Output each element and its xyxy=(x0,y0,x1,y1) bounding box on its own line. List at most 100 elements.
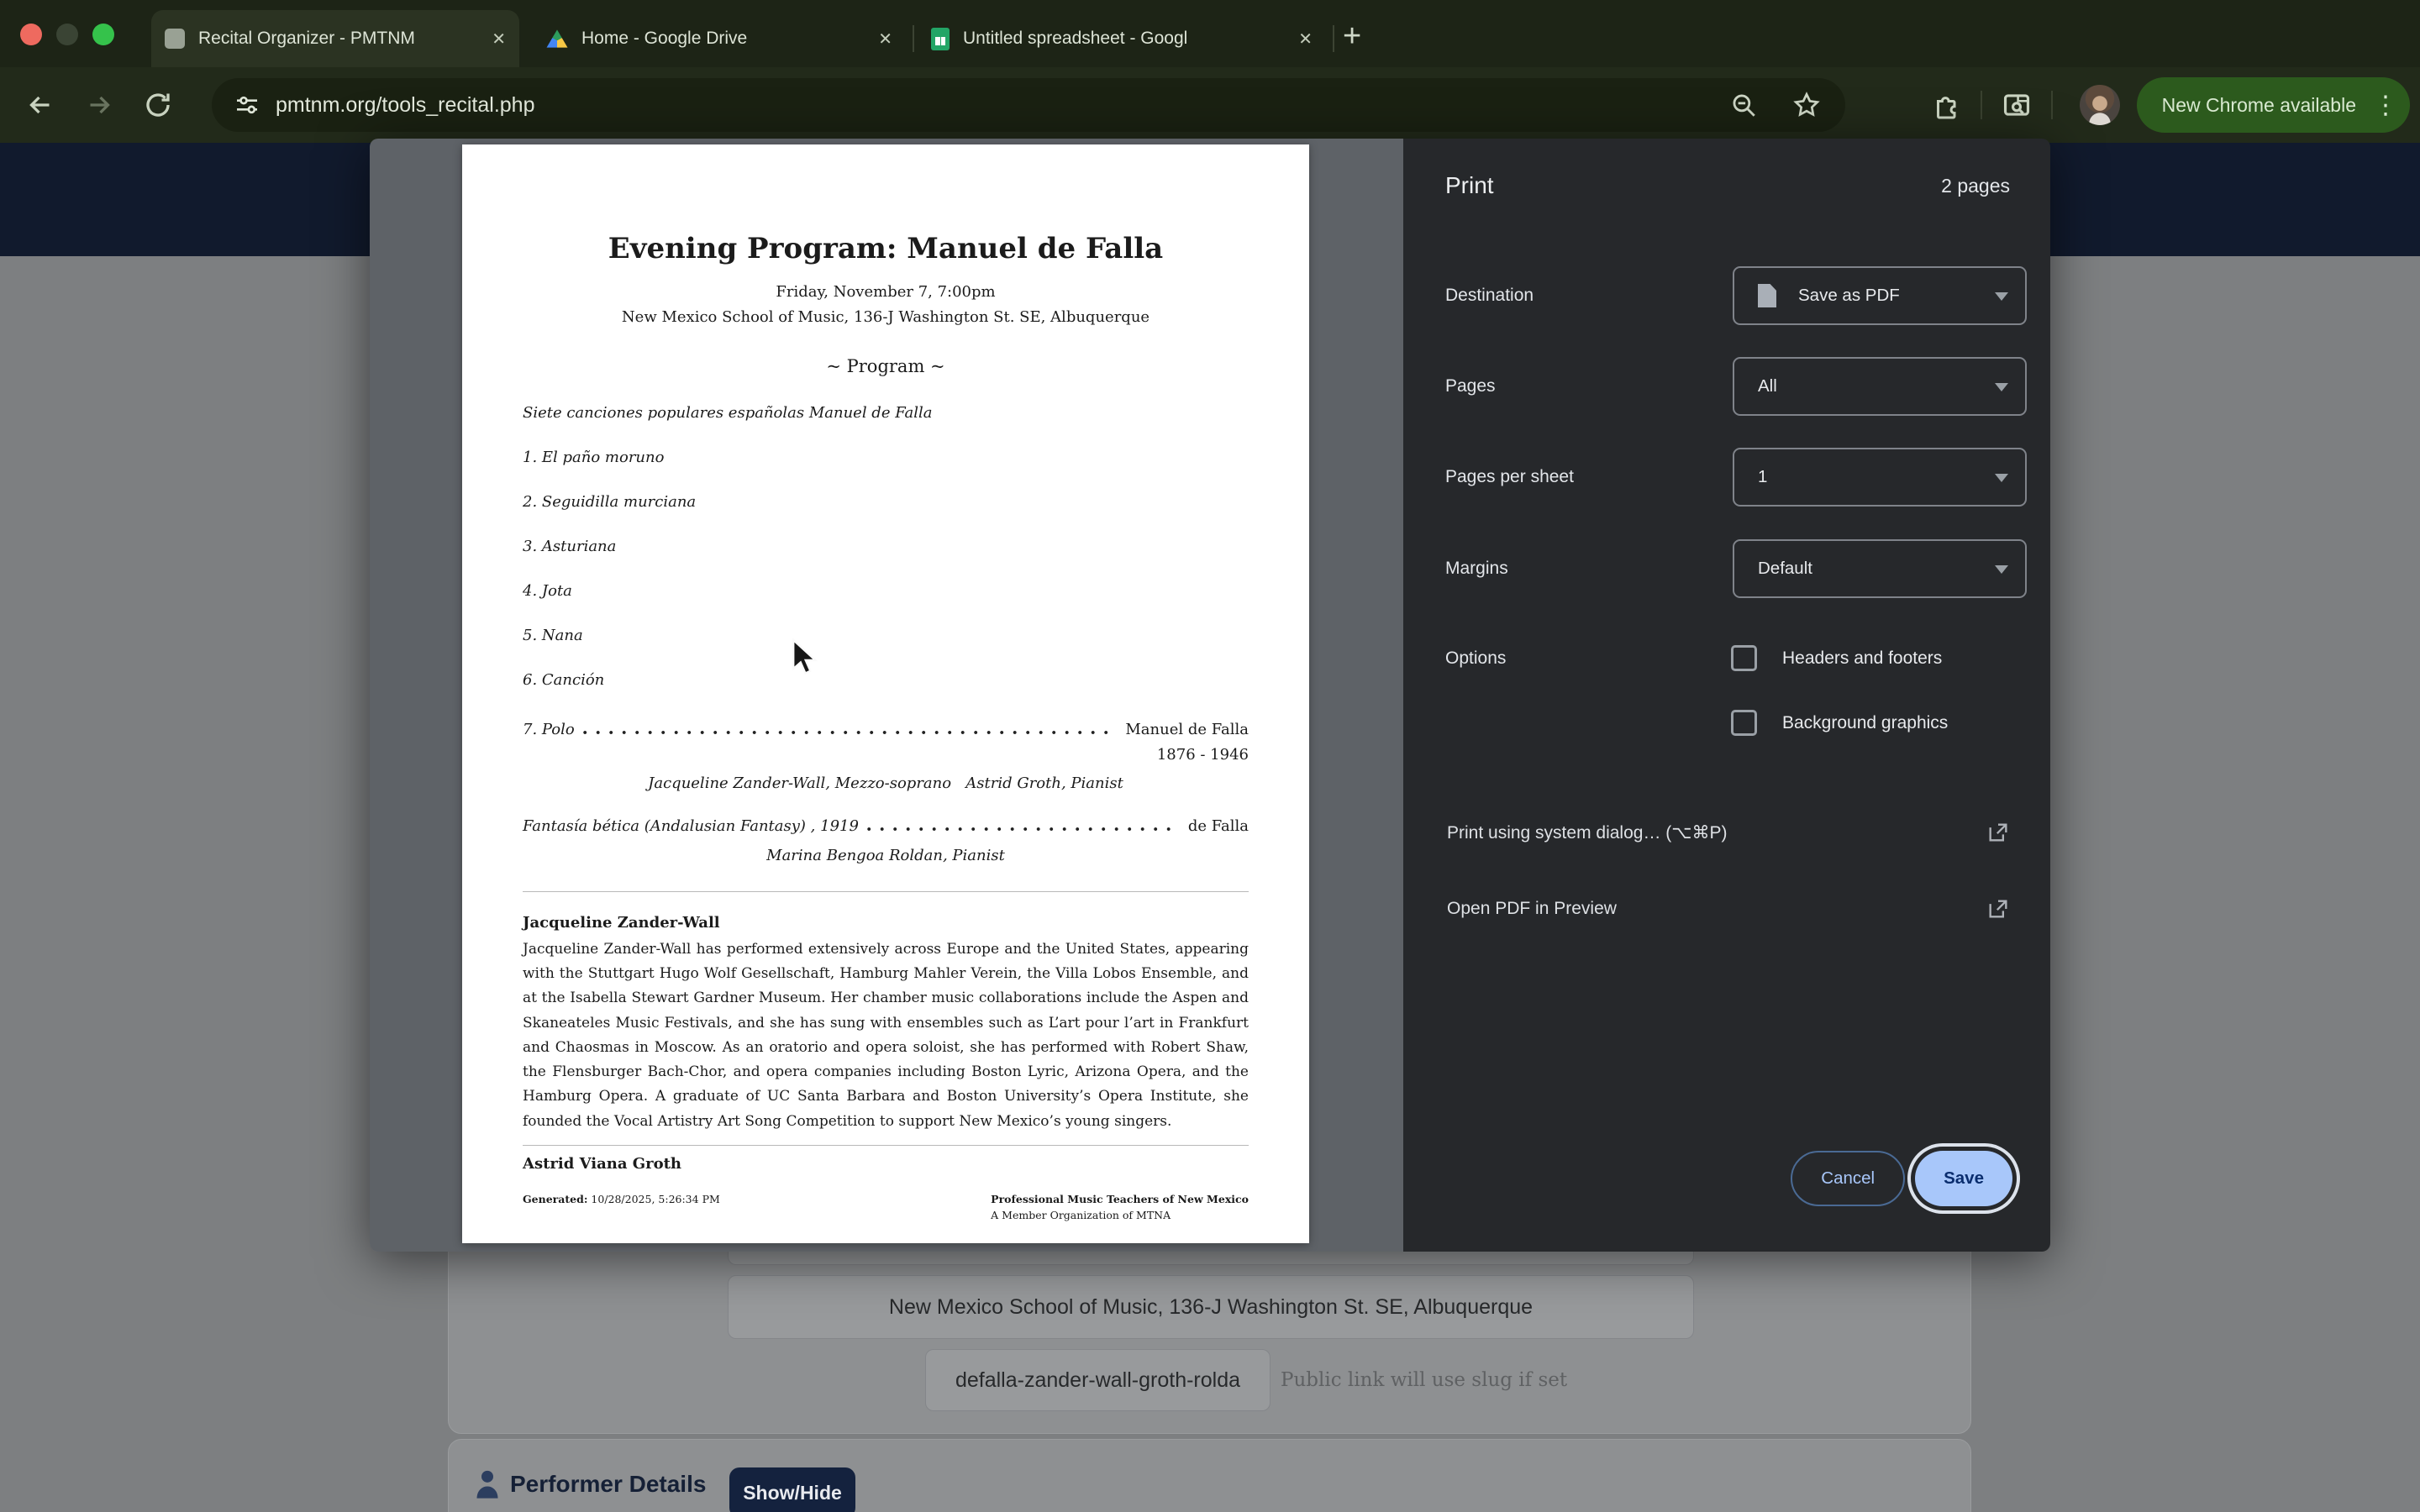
mouse-cursor xyxy=(790,638,825,677)
bio-name-1: Jacqueline Zander-Wall xyxy=(523,914,1249,932)
dot-leader xyxy=(583,729,1118,736)
open-pdf-preview-link[interactable]: Open PDF in Preview xyxy=(1447,894,2010,924)
background-graphics-label: Background graphics xyxy=(1782,713,1948,733)
org-subtitle: A Member Organization of MTNA xyxy=(991,1209,1249,1221)
document-footer: Generated: 10/28/2025, 5:26:34 PM Profes… xyxy=(523,1193,1249,1221)
destination-select[interactable]: Save as PDF xyxy=(1733,266,2027,325)
pages-per-sheet-select[interactable]: 1 xyxy=(1733,448,2027,507)
destination-label: Destination xyxy=(1445,286,1534,306)
window-controls xyxy=(20,24,114,45)
org-footer: Professional Music Teachers of New Mexic… xyxy=(991,1193,1249,1221)
show-hide-button[interactable]: Show/Hide xyxy=(729,1467,855,1512)
movement-5: 5. Nana xyxy=(523,627,1249,644)
site-settings-icon[interactable] xyxy=(234,92,260,118)
movement-4: 4. Jota xyxy=(523,582,1249,600)
options-label: Options xyxy=(1445,648,1506,669)
pages-select[interactable]: All xyxy=(1733,357,2027,416)
divider xyxy=(523,891,1249,892)
zoom-window-button[interactable] xyxy=(92,24,114,45)
close-tab-icon[interactable]: ✕ xyxy=(492,29,506,50)
piece-composer: de Falla xyxy=(1188,817,1249,835)
save-label: Save xyxy=(1944,1168,1984,1189)
update-chrome-button[interactable]: New Chrome available ⋮ xyxy=(2137,77,2410,133)
address-bar[interactable]: pmtnm.org/tools_recital.php xyxy=(212,78,1845,132)
pages-per-sheet-label: Pages per sheet xyxy=(1445,467,1574,487)
profile-avatar[interactable] xyxy=(2080,85,2120,125)
piece-title: Fantasía bética (Andalusian Fantasy) , 1… xyxy=(523,817,859,835)
slug-value: defalla-zander-wall-groth-rolda xyxy=(955,1368,1240,1393)
slug-input[interactable]: defalla-zander-wall-groth-rolda xyxy=(925,1349,1270,1411)
movement-3: 3. Asturiana xyxy=(523,538,1249,555)
tab-title: Recital Organizer - PMTNM xyxy=(198,29,480,49)
headers-footers-label: Headers and footers xyxy=(1782,648,1942,669)
cancel-label: Cancel xyxy=(1821,1168,1875,1189)
print-dialog-title: Print xyxy=(1445,172,1494,199)
browser-menu-icon[interactable]: ⋮ xyxy=(2373,91,2398,120)
print-preview-pane[interactable]: Evening Program: Manuel de Falla Friday,… xyxy=(370,139,1403,1252)
pages-per-sheet-value: 1 xyxy=(1758,467,1767,487)
cycle-title: Siete canciones populares españolas Manu… xyxy=(523,404,1249,422)
tab-recital-organizer[interactable]: Recital Organizer - PMTNM ✕ xyxy=(151,10,519,67)
piece-composer: Manuel de Falla xyxy=(1125,721,1249,738)
document-title: Evening Program: Manuel de Falla xyxy=(523,232,1249,265)
tab-separator xyxy=(913,25,914,52)
system-dialog-link[interactable]: Print using system dialog… (⌥⌘P) xyxy=(1447,817,2010,848)
show-hide-label: Show/Hide xyxy=(743,1482,842,1504)
venue-address-input[interactable]: New Mexico School of Music, 136-J Washin… xyxy=(728,1275,1694,1339)
movement-1: 1. El paño moruno xyxy=(523,449,1249,466)
bio-text-1: Jacqueline Zander-Wall has performed ext… xyxy=(523,937,1249,1134)
close-window-button[interactable] xyxy=(20,24,42,45)
minimize-window-button[interactable] xyxy=(56,24,78,45)
tab-spreadsheet[interactable]: Untitled spreadsheet - Googl ✕ xyxy=(919,10,1324,67)
screen: Recital Organizer - PMTNM ✕ Home - Googl… xyxy=(0,0,2420,1512)
forward-icon[interactable] xyxy=(84,90,114,120)
margins-select[interactable]: Default xyxy=(1733,539,2027,598)
document-venue: New Mexico School of Music, 136-J Washin… xyxy=(523,308,1249,326)
bookmark-star-icon[interactable] xyxy=(1791,90,1822,120)
close-tab-icon[interactable]: ✕ xyxy=(878,29,892,50)
performers-line-2: Marina Bengoa Roldan, Pianist xyxy=(523,847,1249,864)
movement-2: 2. Seguidilla murciana xyxy=(523,493,1249,511)
piece-row-polo: 7. Polo Manuel de Falla xyxy=(523,721,1249,738)
movement-6: 6. Canción xyxy=(523,671,1249,689)
page-count: 2 pages xyxy=(1941,175,2010,197)
dot-leader xyxy=(867,826,1180,832)
document-page: Evening Program: Manuel de Falla Friday,… xyxy=(462,144,1309,1243)
bio-name-2: Astrid Viana Groth xyxy=(523,1155,1249,1173)
divider xyxy=(523,1145,1249,1146)
piece-row-fantasia: Fantasía bética (Andalusian Fantasy) , 1… xyxy=(523,817,1249,835)
document-datetime: Friday, November 7, 7:00pm xyxy=(523,283,1249,301)
headers-footers-checkbox[interactable] xyxy=(1731,645,1757,671)
reload-icon[interactable] xyxy=(143,90,173,120)
save-button[interactable]: Save xyxy=(1915,1151,2012,1206)
pdf-file-icon xyxy=(1758,284,1776,307)
zoom-out-icon[interactable] xyxy=(1729,91,1758,119)
update-chrome-label: New Chrome available xyxy=(2162,94,2356,117)
tab-bar: Recital Organizer - PMTNM ✕ Home - Googl… xyxy=(0,0,2420,67)
destination-value: Save as PDF xyxy=(1798,286,1900,306)
new-tab-button[interactable]: + xyxy=(1343,18,1361,55)
toolbar: pmtnm.org/tools_recital.php New Chr xyxy=(0,67,2420,143)
tab-separator xyxy=(1333,25,1334,52)
extensions-puzzle-icon[interactable] xyxy=(1932,90,1962,120)
org-name: Professional Music Teachers of New Mexic… xyxy=(991,1193,1249,1205)
system-dialog-label: Print using system dialog… (⌥⌘P) xyxy=(1447,822,1727,843)
composer-dates: 1876 - 1946 xyxy=(523,746,1249,764)
margins-value: Default xyxy=(1758,559,1812,579)
pmtnm-favicon xyxy=(165,29,185,49)
back-icon[interactable] xyxy=(25,90,55,120)
performer-details-heading: Performer Details xyxy=(510,1471,706,1498)
tab-title: Untitled spreadsheet - Googl xyxy=(963,29,1286,49)
background-graphics-checkbox[interactable] xyxy=(1731,710,1757,736)
close-tab-icon[interactable]: ✕ xyxy=(1298,29,1313,50)
tab-google-drive[interactable]: Home - Google Drive ✕ xyxy=(534,10,904,67)
tab-search-icon[interactable] xyxy=(2001,89,2033,121)
piece-title: 7. Polo xyxy=(523,721,575,738)
url-text[interactable]: pmtnm.org/tools_recital.php xyxy=(276,93,1729,118)
pages-label: Pages xyxy=(1445,376,1496,396)
cancel-button[interactable]: Cancel xyxy=(1791,1151,1905,1206)
program-heading: ~ Program ~ xyxy=(523,356,1249,376)
open-external-icon xyxy=(1986,897,2010,921)
venue-address-value: New Mexico School of Music, 136-J Washin… xyxy=(889,1295,1533,1320)
drive-favicon xyxy=(546,29,568,49)
